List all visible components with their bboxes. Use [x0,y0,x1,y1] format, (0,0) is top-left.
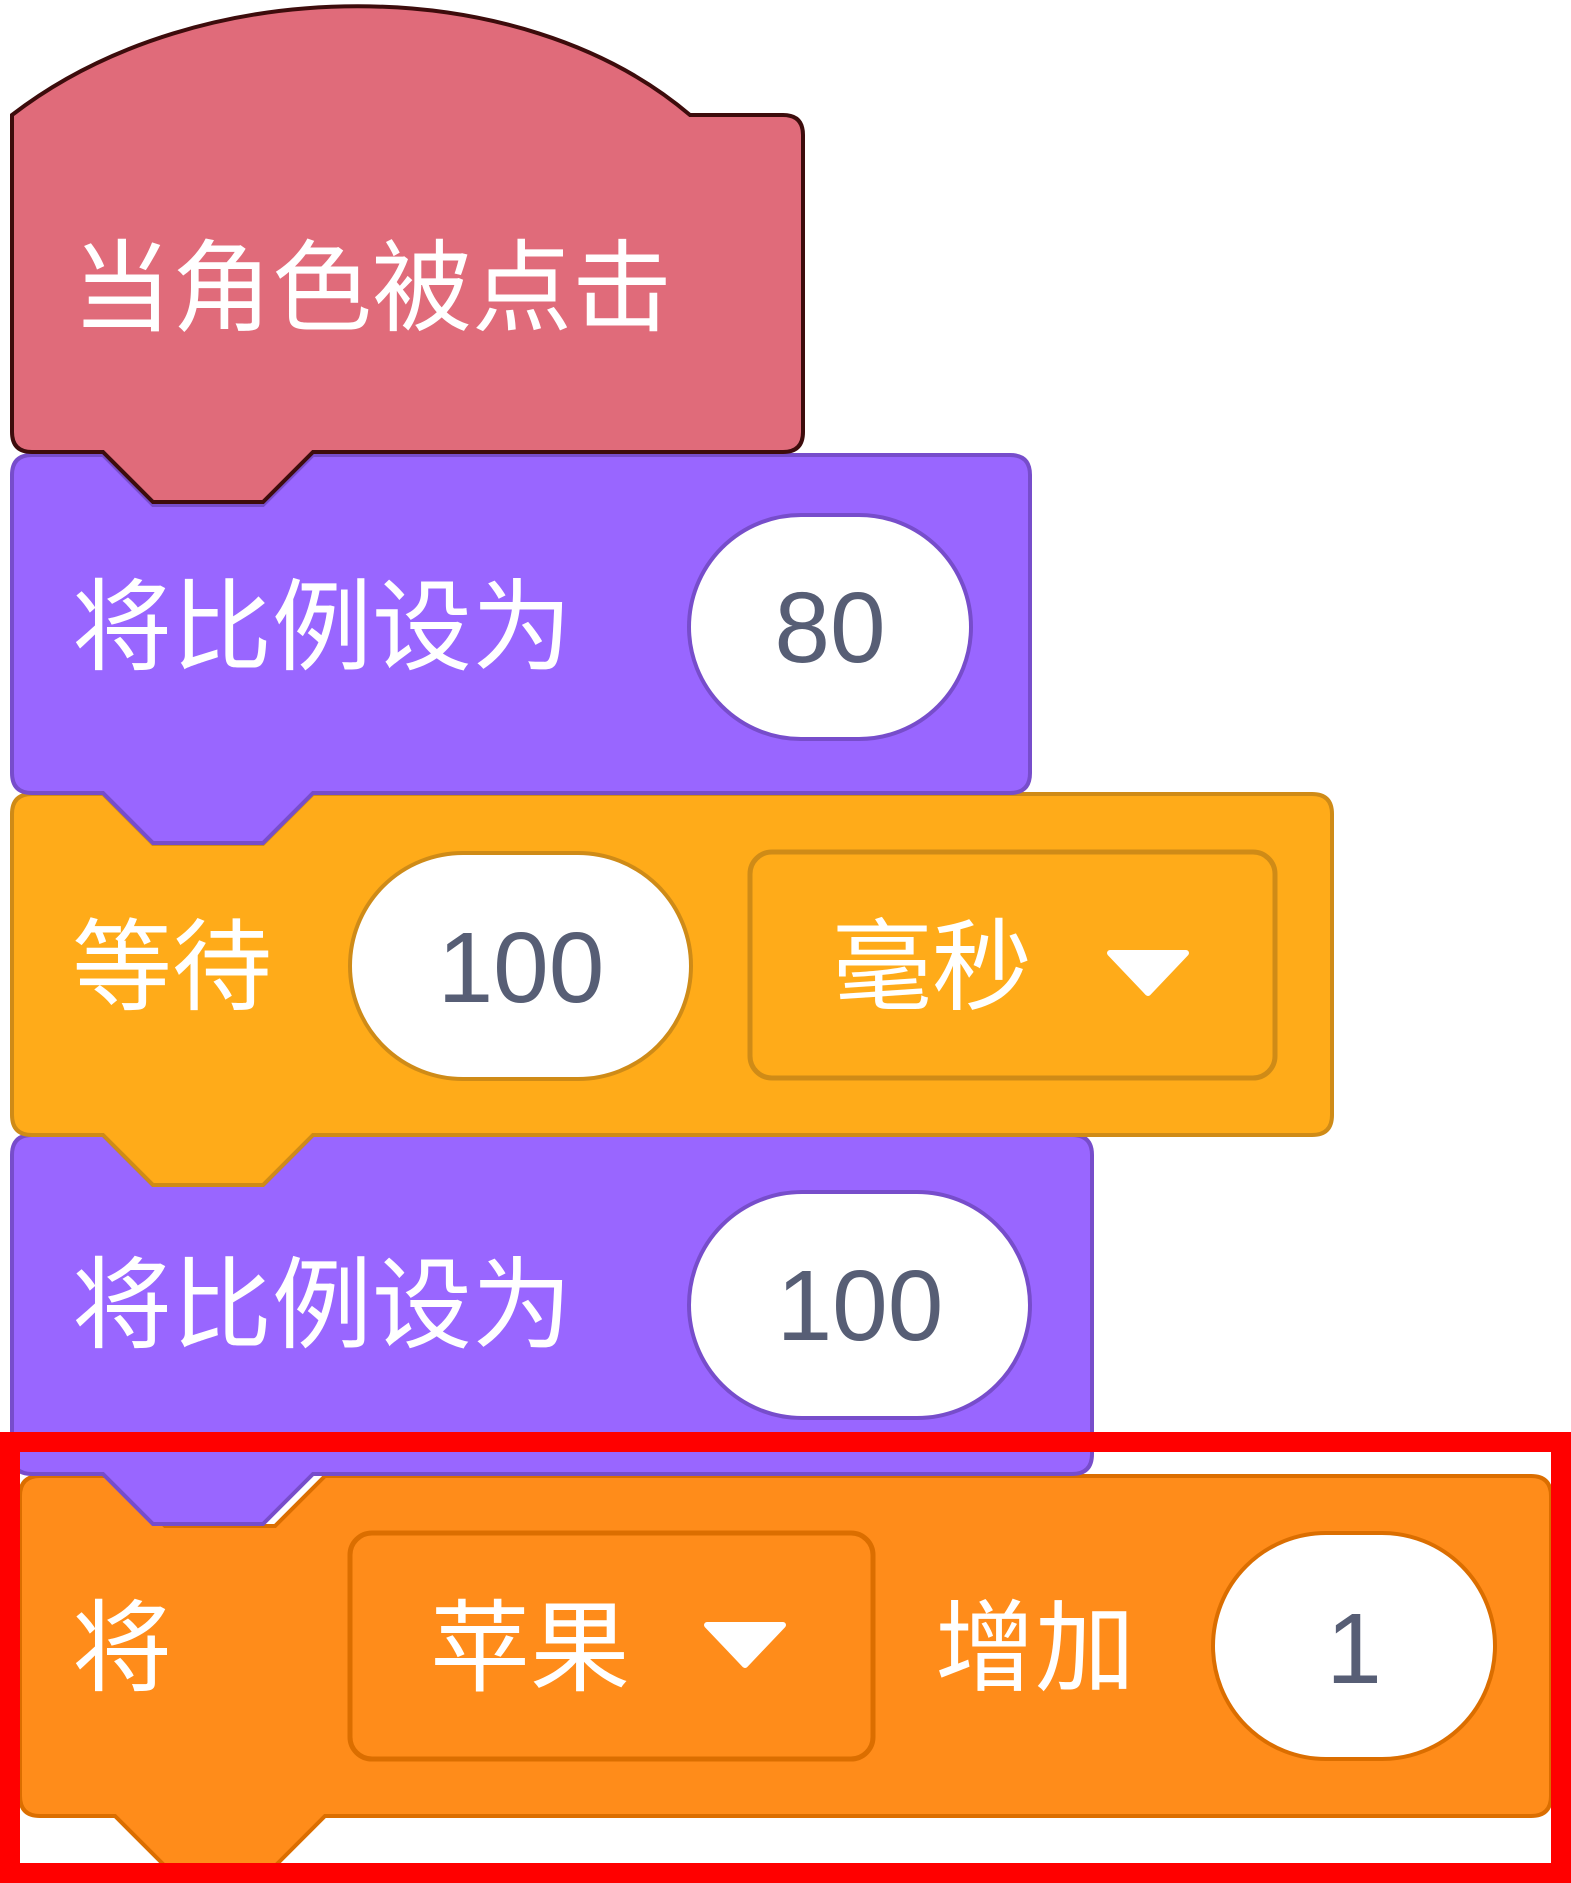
hat-block-label: 当角色被点击 [72,230,672,347]
set-size-block-1[interactable]: 将比例设为 80 [10,453,1032,845]
set-size-value-input-2[interactable]: 100 [687,1190,1032,1420]
time-unit-dropdown[interactable]: 毫秒 [747,849,1278,1081]
set-size-label-2: 将比例设为 [72,1247,572,1364]
set-size-label-1: 将比例设为 [72,569,572,686]
change-label-action: 增加 [935,1590,1135,1707]
wait-value-input[interactable]: 100 [348,851,693,1081]
variable-dropdown-label: 苹果 [430,1590,630,1707]
wait-block[interactable]: 等待 100 毫秒 [10,792,1334,1187]
set-size-block-2[interactable]: 将比例设为 100 [10,1133,1094,1526]
change-value-text: 1 [1326,1593,1382,1705]
set-size-value-input-1[interactable]: 80 [687,513,973,741]
wait-value-text: 100 [438,912,605,1024]
script-canvas: 将 苹果 增加 1 将比例设为 100 等待 100 毫秒 将比例设为 80 当… [0,4,1571,1883]
change-label-prefix: 将 [72,1590,172,1707]
set-size-value-text-1: 80 [774,572,885,684]
when-sprite-clicked-hat-block[interactable]: 当角色被点击 [10,4,805,504]
set-size-value-text-2: 100 [777,1250,944,1362]
time-unit-dropdown-label: 毫秒 [832,909,1032,1026]
variable-dropdown[interactable]: 苹果 [347,1530,876,1762]
change-variable-block[interactable]: 将 苹果 增加 1 [18,1474,1553,1868]
wait-label: 等待 [72,909,272,1026]
change-value-input[interactable]: 1 [1211,1531,1497,1761]
